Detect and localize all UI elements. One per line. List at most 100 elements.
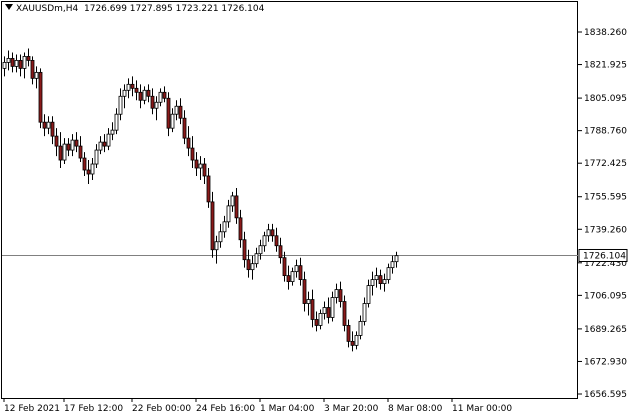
x-tick-label: 24 Feb 16:00 xyxy=(196,404,255,414)
candle-body xyxy=(130,83,135,89)
candle-body xyxy=(118,95,123,115)
candle-body xyxy=(262,235,267,247)
candle-body xyxy=(278,245,283,259)
y-tick-label: 1788.760 xyxy=(584,127,627,137)
candle-body xyxy=(10,58,15,67)
x-tick-label: 17 Feb 12:00 xyxy=(64,404,123,414)
candle-body xyxy=(78,145,83,159)
candle-body xyxy=(34,71,39,79)
candle-body xyxy=(266,229,271,237)
candle-body xyxy=(106,133,111,147)
x-tick-label: 11 Mar 00:00 xyxy=(452,404,512,414)
candle-body xyxy=(74,139,79,147)
candle-body xyxy=(94,149,99,165)
candle-body xyxy=(206,175,211,203)
candle-body xyxy=(14,60,19,67)
candle-body xyxy=(202,163,207,177)
candle-body xyxy=(238,217,243,241)
candle-body xyxy=(162,91,167,99)
candle-body xyxy=(378,275,383,284)
candle-body xyxy=(58,145,63,161)
candle-body xyxy=(226,205,231,223)
y-tick-label: 1672.930 xyxy=(584,357,627,367)
candle-body xyxy=(174,105,179,115)
candle-body xyxy=(198,163,203,169)
candle-body xyxy=(142,89,147,101)
candle-body xyxy=(6,58,11,63)
candle-body xyxy=(290,271,295,283)
candle-body xyxy=(146,89,151,97)
candle-body xyxy=(346,325,351,342)
candle-body xyxy=(294,265,299,273)
y-tick-label: 1772.425 xyxy=(584,159,627,169)
y-tick-label: 1838.260 xyxy=(584,28,627,38)
candle-body xyxy=(314,319,319,326)
candle-body xyxy=(270,229,275,237)
candle-body xyxy=(50,121,55,137)
x-tick-label: 22 Feb 00:00 xyxy=(132,404,191,414)
candle-body xyxy=(322,307,327,314)
candle-body xyxy=(394,255,399,263)
candle-body xyxy=(82,157,87,171)
candle-body xyxy=(178,105,183,119)
candle-body xyxy=(134,87,139,93)
candle-body xyxy=(166,97,171,129)
candle-body xyxy=(350,340,355,346)
candle-body xyxy=(182,117,187,139)
y-tick-label: 1755.595 xyxy=(584,193,627,203)
candle-body xyxy=(150,95,155,109)
y-tick-label: 1706.095 xyxy=(584,291,627,301)
candle-body xyxy=(98,141,103,151)
candle-body xyxy=(114,113,119,131)
candle-body xyxy=(366,285,371,304)
candle-body xyxy=(102,141,107,147)
y-tick-label: 1689.265 xyxy=(584,325,627,335)
candle-body xyxy=(138,91,143,101)
candle-body xyxy=(54,135,59,147)
candle-body xyxy=(234,195,239,219)
candle-body xyxy=(246,259,251,271)
candle-body xyxy=(370,279,375,286)
x-tick-label: 3 Mar 20:00 xyxy=(324,404,379,414)
candle-body xyxy=(186,137,191,149)
candle-body xyxy=(254,253,259,265)
candle-body xyxy=(70,139,75,151)
x-tick-label: 8 Mar 08:00 xyxy=(388,404,443,414)
candle-body xyxy=(194,159,199,169)
candle-body xyxy=(154,101,159,109)
current-price-label: 1726.104 xyxy=(583,251,626,261)
x-tick-label: 12 Feb 2021 xyxy=(4,404,60,414)
candle-body xyxy=(218,231,223,243)
candle-body xyxy=(66,143,71,151)
y-tick-label: 1656.595 xyxy=(584,390,627,400)
candle-body xyxy=(274,235,279,247)
candle-body xyxy=(38,71,43,123)
candle-body xyxy=(362,303,367,322)
candle-body xyxy=(2,62,7,69)
candle-body xyxy=(126,83,131,91)
y-tick-label: 1821.925 xyxy=(584,61,627,71)
candle-body xyxy=(158,91,163,103)
y-tick-label: 1739.260 xyxy=(584,225,627,235)
candle-body xyxy=(382,279,387,284)
candle-body xyxy=(342,301,347,326)
candle-body xyxy=(46,121,51,129)
candle-body xyxy=(122,89,127,97)
candle-body xyxy=(242,239,247,261)
candle-body xyxy=(390,261,395,269)
y-tick-label: 1805.095 xyxy=(584,94,627,104)
candle-body xyxy=(210,201,215,251)
candle-body xyxy=(310,299,315,320)
candle-body xyxy=(354,335,359,346)
candle-body xyxy=(298,265,303,281)
candle-body xyxy=(250,263,255,271)
candle-body xyxy=(90,163,95,175)
chart-area: XAUUSDm,H4 1726.699 1727.895 1723.221 17… xyxy=(0,0,630,418)
candle-body xyxy=(30,60,35,79)
candle-body xyxy=(282,257,287,277)
candle-body xyxy=(18,60,23,69)
candle-body xyxy=(326,307,331,318)
candle-body xyxy=(26,56,31,61)
candle-body xyxy=(230,195,235,207)
candle-body xyxy=(358,321,363,336)
